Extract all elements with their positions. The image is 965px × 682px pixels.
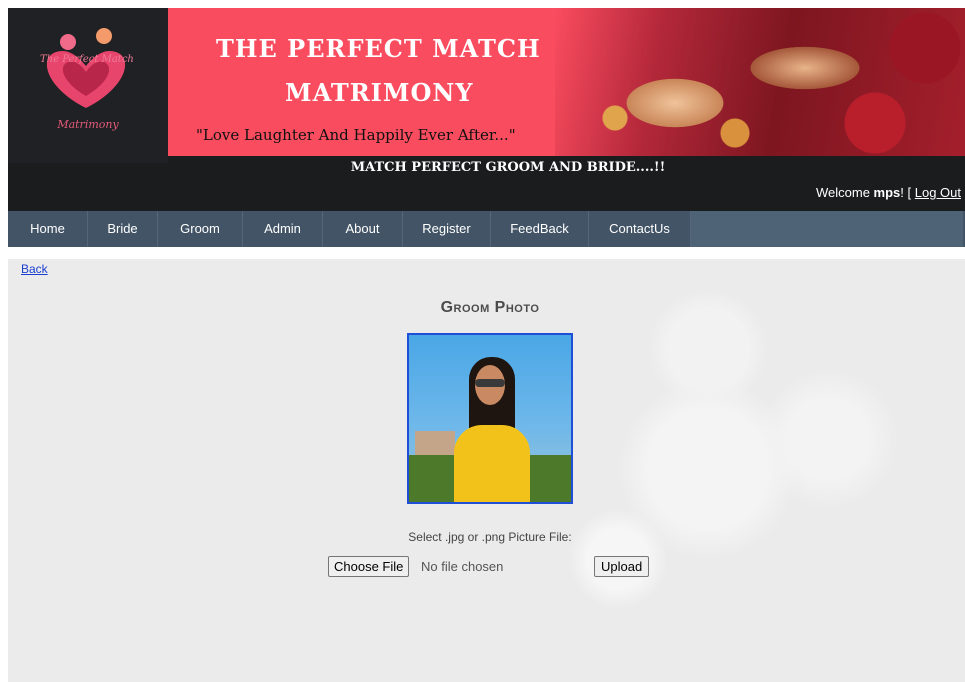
welcome-text: Welcome mps! [ Log Out (816, 185, 961, 200)
photo-sunglasses (475, 379, 505, 387)
site-header: The Perfect Match Matrimony THE PERFECT … (8, 8, 965, 211)
banner-quote: "Love Laughter And Happily Ever After...… (196, 126, 516, 144)
header-banner: THE PERFECT MATCH MATRIMONY "Love Laught… (168, 8, 965, 156)
nav-item-register[interactable]: Register (403, 211, 491, 247)
wedding-hands-image (555, 8, 965, 156)
nav-spacer (691, 211, 963, 247)
welcome-prefix: Welcome (815, 185, 874, 200)
site-logo[interactable]: The Perfect Match Matrimony (8, 8, 168, 163)
nav-item-about[interactable]: About (323, 211, 403, 247)
back-link[interactable]: Back (21, 262, 48, 276)
upload-button[interactable]: Upload (594, 556, 650, 577)
profile-photo (407, 333, 573, 504)
file-status-text: No file chosen (421, 559, 504, 574)
logo-arc-text: The Perfect Match (40, 54, 134, 65)
main-nav: Home Bride Groom Admin About Register Fe… (8, 211, 965, 247)
page-title: Groom Photo (440, 299, 540, 316)
banner-title-line2: MATRIMONY (285, 78, 474, 107)
welcome-username: mps (873, 185, 901, 200)
file-select-label: Select .jpg or .png Picture File: (408, 530, 572, 544)
main-content: Back Groom Photo Select .jpg or .png Pic… (8, 259, 965, 682)
choose-file-button[interactable]: Choose File (328, 556, 410, 577)
nav-item-admin[interactable]: Admin (243, 211, 323, 247)
nav-item-bride[interactable]: Bride (88, 211, 158, 247)
nav-item-feedback[interactable]: FeedBack (491, 211, 589, 247)
logout-link[interactable]: Log Out (915, 185, 961, 200)
photo-yellow-top (454, 425, 530, 502)
nav-item-contactus[interactable]: ContactUs (589, 211, 691, 247)
hearts-logo-icon (46, 28, 126, 108)
nav-item-home[interactable]: Home (8, 211, 88, 247)
welcome-separator: ! [ (900, 185, 915, 200)
header-tagline: MATCH PERFECT GROOM AND BRIDE....!! (350, 160, 666, 175)
nav-item-groom[interactable]: Groom (158, 211, 243, 247)
logo-subtext: Matrimony (57, 118, 119, 131)
banner-title-line1: THE PERFECT MATCH (216, 34, 541, 63)
